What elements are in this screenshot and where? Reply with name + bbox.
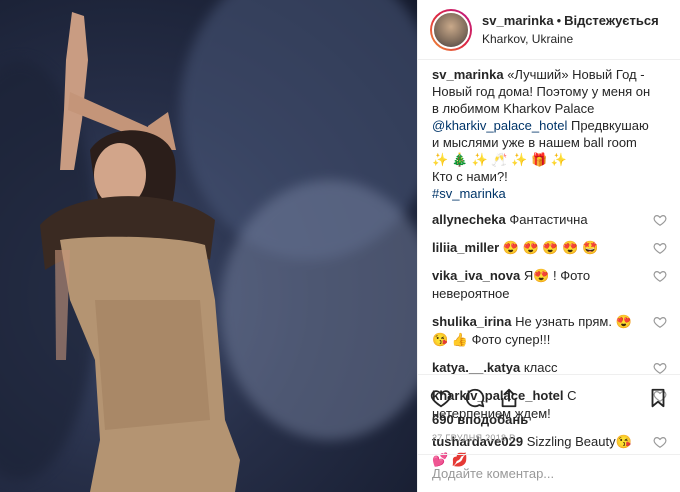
post-sidebar: sv_marinka • Відстежується Kharkov, Ukrain… [417, 0, 680, 492]
comment-like-icon[interactable] [653, 269, 667, 283]
comment-like-icon[interactable] [653, 315, 667, 329]
header-text: sv_marinka • Відстежується Kharkov, Ukrain… [482, 12, 659, 48]
comment-username[interactable]: katya.__.katya [432, 360, 520, 375]
comment-bubble-icon[interactable] [464, 387, 486, 409]
comment-text: Фантастична [509, 212, 588, 227]
comment-item: liliia_miller 😍 😍 😍 😍 🤩 [432, 239, 667, 257]
comment-text: класс [523, 360, 558, 375]
caption-emoji-line: ✨ 🎄 ✨ 🥂 ✨ 🎁 ✨ [432, 152, 567, 167]
comment-item: vika_iva_nova Я😍 ! Фото невероятное [432, 267, 667, 303]
caption-question: Кто с нами?! [432, 169, 508, 184]
post-header: sv_marinka • Відстежується Kharkov, Ukrain… [418, 0, 680, 60]
share-icon[interactable] [498, 387, 520, 409]
caption-username[interactable]: sv_marinka [432, 67, 504, 82]
comment-like-icon[interactable] [653, 241, 667, 255]
header-username[interactable]: sv_marinka [482, 13, 554, 28]
comment-like-icon[interactable] [653, 213, 667, 227]
avatar-image [432, 10, 470, 49]
caption-mention[interactable]: @kharkiv_palace_hotel [432, 118, 567, 133]
comment-username[interactable]: liliia_miller [432, 240, 499, 255]
comment-like-icon[interactable] [653, 361, 667, 375]
like-heart-icon[interactable] [430, 387, 452, 409]
comment-text: 😍 😍 😍 😍 🤩 [502, 240, 599, 255]
model-figure [40, 12, 240, 492]
add-comment-bar [418, 454, 680, 492]
header-dot: • [556, 12, 562, 28]
comment-username[interactable]: allynecheka [432, 212, 506, 227]
comment-item: allynecheka Фантастична [432, 211, 667, 229]
comment-like-icon[interactable] [653, 435, 667, 449]
location-link[interactable]: Kharkov, Ukraine [482, 30, 659, 48]
comment-username[interactable]: shulika_irina [432, 314, 511, 329]
instagram-post: sv_marinka • Відстежується Kharkov, Ukrain… [0, 0, 680, 492]
post-date[interactable]: 27 ГРУДНЯ 2018 Р. [432, 433, 517, 443]
comment-username[interactable]: vika_iva_nova [432, 268, 520, 283]
post-photo[interactable] [0, 0, 417, 492]
comment-item: shulika_irina Не узнать прям. 😍 😘 👍 Фото… [432, 313, 667, 349]
caption-hashtag[interactable]: #sv_marinka [432, 186, 506, 201]
post-caption: sv_marinka «Лучший» Новый Год - Новый го… [432, 66, 667, 202]
add-comment-input[interactable] [418, 455, 680, 491]
likes-count[interactable]: 690 вподобань [432, 412, 528, 427]
avatar[interactable] [430, 8, 472, 51]
bookmark-icon[interactable] [647, 387, 669, 409]
following-button[interactable]: Відстежується [564, 13, 659, 28]
